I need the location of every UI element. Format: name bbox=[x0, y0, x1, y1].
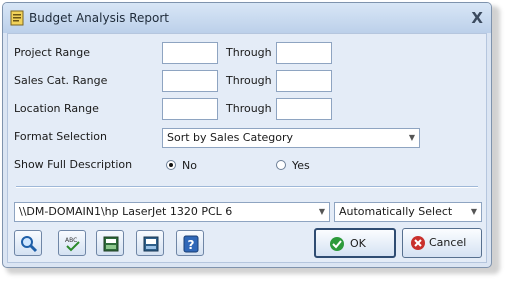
show-full-description-label: Show Full Description bbox=[14, 158, 133, 171]
location-through-label: Through bbox=[226, 102, 272, 115]
cancel-button[interactable]: Cancel bbox=[402, 228, 482, 258]
project-range-label: Project Range bbox=[14, 46, 90, 59]
project-to-input[interactable] bbox=[276, 42, 332, 64]
budget-analysis-dialog: Budget Analysis Report X Project Range T… bbox=[2, 2, 492, 268]
checkmark-icon bbox=[330, 237, 344, 251]
yes-radio-label: Yes bbox=[292, 159, 310, 172]
report-icon bbox=[10, 10, 24, 26]
no-radio[interactable] bbox=[166, 160, 176, 170]
yes-radio[interactable] bbox=[276, 160, 286, 170]
sales-cat-through-label: Through bbox=[226, 74, 272, 87]
location-from-input[interactable] bbox=[162, 98, 218, 120]
ok-button-label: OK bbox=[350, 237, 366, 250]
chevron-down-icon: ▼ bbox=[470, 207, 477, 216]
printer-select-value: \\DM-DOMAIN1\hp LaserJet 1320 PCL 6 bbox=[19, 205, 233, 218]
search-button[interactable] bbox=[14, 230, 42, 256]
help-icon: ? bbox=[183, 235, 199, 253]
sales-cat-to-input[interactable] bbox=[276, 70, 332, 92]
chevron-down-icon: ▼ bbox=[318, 207, 325, 216]
format-select[interactable]: Sort by Sales Category ▼ bbox=[162, 128, 420, 148]
printer-select[interactable]: \\DM-DOMAIN1\hp LaserJet 1320 PCL 6 ▼ bbox=[14, 202, 330, 222]
ok-button[interactable]: OK bbox=[314, 228, 396, 258]
svg-text:?: ? bbox=[188, 238, 195, 252]
paper-tray-select[interactable]: Automatically Select ▼ bbox=[334, 202, 482, 222]
print-preview-icon bbox=[103, 236, 119, 252]
format-selection-label: Format Selection bbox=[14, 130, 107, 143]
export-button[interactable] bbox=[136, 230, 164, 256]
location-range-label: Location Range bbox=[14, 102, 99, 115]
sales-cat-from-input[interactable] bbox=[162, 70, 218, 92]
export-icon bbox=[143, 236, 159, 252]
title-bar: Budget Analysis Report X bbox=[3, 3, 491, 33]
location-to-input[interactable] bbox=[276, 98, 332, 120]
window-title: Budget Analysis Report bbox=[29, 11, 170, 25]
spell-check-button[interactable]: ABC bbox=[58, 230, 86, 256]
format-select-value: Sort by Sales Category bbox=[167, 131, 294, 144]
magnifier-icon bbox=[21, 236, 38, 253]
cancel-button-label: Cancel bbox=[429, 236, 467, 249]
project-from-input[interactable] bbox=[162, 42, 218, 64]
no-radio-label: No bbox=[182, 159, 197, 172]
divider bbox=[16, 186, 478, 188]
sales-cat-range-label: Sales Cat. Range bbox=[14, 74, 108, 87]
chevron-down-icon: ▼ bbox=[408, 133, 415, 142]
close-button[interactable]: X bbox=[471, 9, 483, 27]
help-button[interactable]: ? bbox=[176, 230, 204, 256]
dialog-body: Project Range Through Sales Cat. Range T… bbox=[7, 33, 487, 263]
project-through-label: Through bbox=[226, 46, 272, 59]
paper-tray-value: Automatically Select bbox=[339, 205, 453, 218]
print-preview-button[interactable] bbox=[96, 230, 124, 256]
cancel-icon bbox=[411, 236, 425, 250]
svg-text:ABC: ABC bbox=[65, 237, 77, 244]
spellcheck-icon: ABC bbox=[65, 237, 80, 252]
